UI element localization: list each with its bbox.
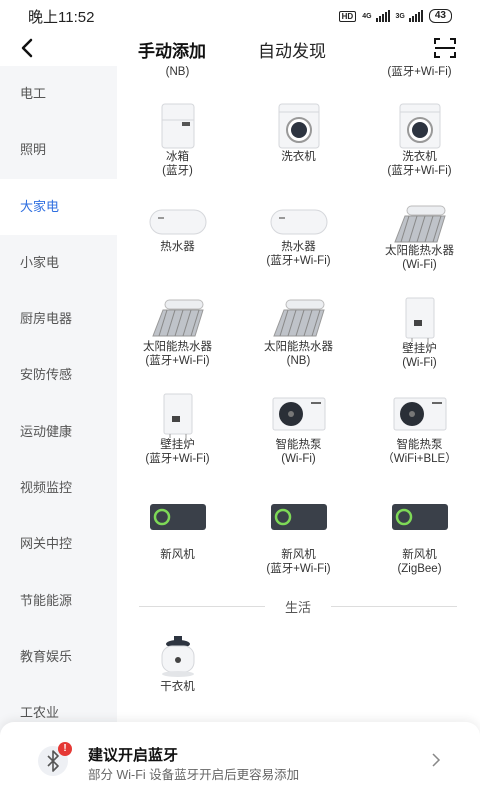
tab-auto-discover[interactable]: 自动发现	[258, 37, 326, 62]
device-item-water-heater-ble[interactable]: 热水器 (蓝牙+Wi-Fi)	[238, 204, 359, 272]
device-label: 太阳能热水器 (蓝牙+Wi-Fi)	[143, 341, 212, 367]
fridge-icon	[161, 103, 194, 149]
device-grid: (NB) (蓝牙+Wi-Fi) 冰箱 (蓝牙) 洗衣机 洗衣机 (蓝牙+Wi-F…	[117, 66, 480, 800]
water-heater-icon	[149, 209, 206, 235]
device-item-water-heater[interactable]: 热水器	[117, 204, 238, 272]
clothes-dryer-icon	[161, 636, 194, 677]
device-label: 热水器	[160, 241, 195, 253]
battery-icon: 43	[428, 9, 452, 23]
device-item-dryer[interactable]: 干衣机	[117, 632, 238, 694]
device-row: (NB) (蓝牙+Wi-Fi)	[117, 66, 480, 80]
washing-machine-icon	[278, 103, 319, 149]
device-row: 冰箱 (蓝牙) 洗衣机 洗衣机 (蓝牙+Wi-Fi)	[117, 102, 480, 178]
washing-machine-icon	[399, 103, 440, 149]
device-label: 新风机	[160, 549, 195, 561]
fresh-air-unit-icon	[391, 504, 448, 530]
device-item-solar-heater-wifi[interactable]: 太阳能热水器 (Wi-Fi)	[359, 204, 480, 272]
category-education-entertainment[interactable]: 教育娱乐	[0, 629, 117, 685]
category-large-appliances[interactable]: 大家电	[0, 178, 117, 235]
device-item-washer[interactable]: 洗衣机	[238, 102, 359, 178]
device-label: 洗衣机 (蓝牙+Wi-Fi)	[387, 151, 452, 177]
scan-icon[interactable]	[433, 36, 457, 60]
back-arrow-icon[interactable]	[16, 36, 40, 60]
device-item-heat-pump-wifi-ble[interactable]: 智能热泵 （WiFi+BLE）	[359, 392, 480, 466]
fresh-air-unit-icon	[270, 504, 327, 530]
device-label: 智能热泵 （WiFi+BLE）	[382, 439, 457, 465]
device-item-washer-ble[interactable]: 洗衣机 (蓝牙+Wi-Fi)	[359, 102, 480, 178]
wall-boiler-icon	[405, 297, 434, 342]
category-energy[interactable]: 节能能源	[0, 573, 117, 629]
water-heater-icon	[270, 209, 327, 235]
device-item-boiler-wifi[interactable]: 壁挂炉 (Wi-Fi)	[359, 296, 480, 370]
hd-icon: HD	[338, 10, 357, 22]
device-row: 热水器 热水器 (蓝牙+Wi-Fi) 太阳能热水器 (Wi-Fi)	[117, 204, 480, 272]
device-label: 智能热泵 (Wi-Fi)	[275, 439, 322, 465]
solar-water-heater-icon	[272, 299, 325, 337]
device-item-fresh-air-ble[interactable]: 新风机 (蓝牙+Wi-Fi)	[238, 502, 359, 576]
device-item[interactable]: (NB)	[117, 66, 238, 80]
signal-icon-2	[408, 10, 423, 22]
device-item-heat-pump-wifi[interactable]: 智能热泵 (Wi-Fi)	[238, 392, 359, 466]
device-label: 洗衣机	[281, 151, 316, 163]
header: 手动添加 自动发现	[0, 32, 480, 66]
device-item[interactable]: (蓝牙+Wi-Fi)	[359, 66, 480, 80]
status-time: 晚上11:52	[28, 8, 95, 26]
category-sports-health[interactable]: 运动健康	[0, 404, 117, 460]
wall-boiler-icon	[163, 393, 192, 438]
device-label: 新风机 (蓝牙+Wi-Fi)	[266, 549, 331, 575]
section-title: 生活	[285, 599, 312, 615]
section-divider-life: 生活	[139, 597, 458, 615]
device-item-boiler-ble[interactable]: 壁挂炉 (蓝牙+Wi-Fi)	[117, 392, 238, 466]
device-label: 壁挂炉 (Wi-Fi)	[402, 343, 437, 369]
solar-water-heater-icon	[151, 299, 204, 337]
alert-badge: !	[58, 742, 72, 756]
device-item-solar-heater-nb[interactable]: 太阳能热水器 (NB)	[238, 296, 359, 370]
fresh-air-unit-icon	[149, 504, 206, 530]
chevron-right-icon[interactable]	[430, 752, 442, 768]
device-label: 干衣机	[160, 681, 195, 693]
signal-icon	[375, 10, 390, 22]
bluetooth-suggestion-banner[interactable]: ! 建议开启蓝牙 部分 Wi-Fi 设备蓝牙开启后更容易添加	[0, 722, 480, 800]
heat-pump-icon	[272, 397, 325, 431]
device-row: 新风机 新风机 (蓝牙+Wi-Fi) 新风机 (ZigBee)	[117, 502, 480, 576]
divider-line	[139, 605, 265, 607]
banner-subtitle: 部分 Wi-Fi 设备蓝牙开启后更容易添加	[88, 768, 300, 782]
device-label: (蓝牙+Wi-Fi)	[387, 66, 452, 78]
device-row: 干衣机	[117, 632, 480, 694]
category-gateway[interactable]: 网关中控	[0, 516, 117, 572]
device-item-fridge-ble[interactable]: 冰箱 (蓝牙)	[117, 102, 238, 178]
banner-title: 建议开启蓝牙	[88, 747, 179, 764]
category-small-appliances[interactable]: 小家电	[0, 235, 117, 291]
category-kitchen[interactable]: 厨房电器	[0, 291, 117, 347]
category-lighting[interactable]: 照明	[0, 122, 117, 178]
network-4g-label: 4G	[362, 12, 372, 20]
device-label: 新风机 (ZigBee)	[397, 549, 442, 575]
category-video-surveillance[interactable]: 视频监控	[0, 460, 117, 516]
device-label: 冰箱 (蓝牙)	[162, 151, 193, 177]
device-row: 太阳能热水器 (蓝牙+Wi-Fi) 太阳能热水器 (NB) 壁挂炉 (Wi-Fi…	[117, 296, 480, 370]
status-icons: HD 4G 3G 43	[338, 9, 452, 23]
device-item-solar-heater-ble[interactable]: 太阳能热水器 (蓝牙+Wi-Fi)	[117, 296, 238, 370]
category-electrician[interactable]: 电工	[0, 66, 117, 122]
solar-water-heater-icon	[393, 205, 446, 243]
tab-manual-add[interactable]: 手动添加	[138, 37, 206, 62]
screen: 晚上11:52 HD 4G 3G 43 手动添加 自动发现 电工 照明 大家电 …	[0, 0, 480, 800]
category-sidebar: 电工 照明 大家电 小家电 厨房电器 安防传感 运动健康 视频监控 网关中控 节…	[0, 66, 117, 800]
device-label: 壁挂炉 (蓝牙+Wi-Fi)	[145, 439, 210, 465]
device-label: 太阳能热水器 (NB)	[264, 341, 333, 367]
network-3g-label: 3G	[395, 12, 405, 20]
device-item-fresh-air-zigbee[interactable]: 新风机 (ZigBee)	[359, 502, 480, 576]
device-row: 壁挂炉 (蓝牙+Wi-Fi) 智能热泵 (Wi-Fi) 智能热泵 （WiFi+B…	[117, 392, 480, 466]
category-security-sensors[interactable]: 安防传感	[0, 347, 117, 403]
device-item-fresh-air[interactable]: 新风机	[117, 502, 238, 576]
device-label: (NB)	[165, 66, 190, 78]
device-item[interactable]	[238, 66, 359, 80]
divider-line	[331, 605, 458, 607]
heat-pump-icon	[393, 397, 446, 431]
status-bar: 晚上11:52 HD 4G 3G 43	[0, 0, 480, 32]
device-label: 太阳能热水器 (Wi-Fi)	[385, 245, 454, 271]
device-label: 热水器 (蓝牙+Wi-Fi)	[266, 241, 331, 267]
